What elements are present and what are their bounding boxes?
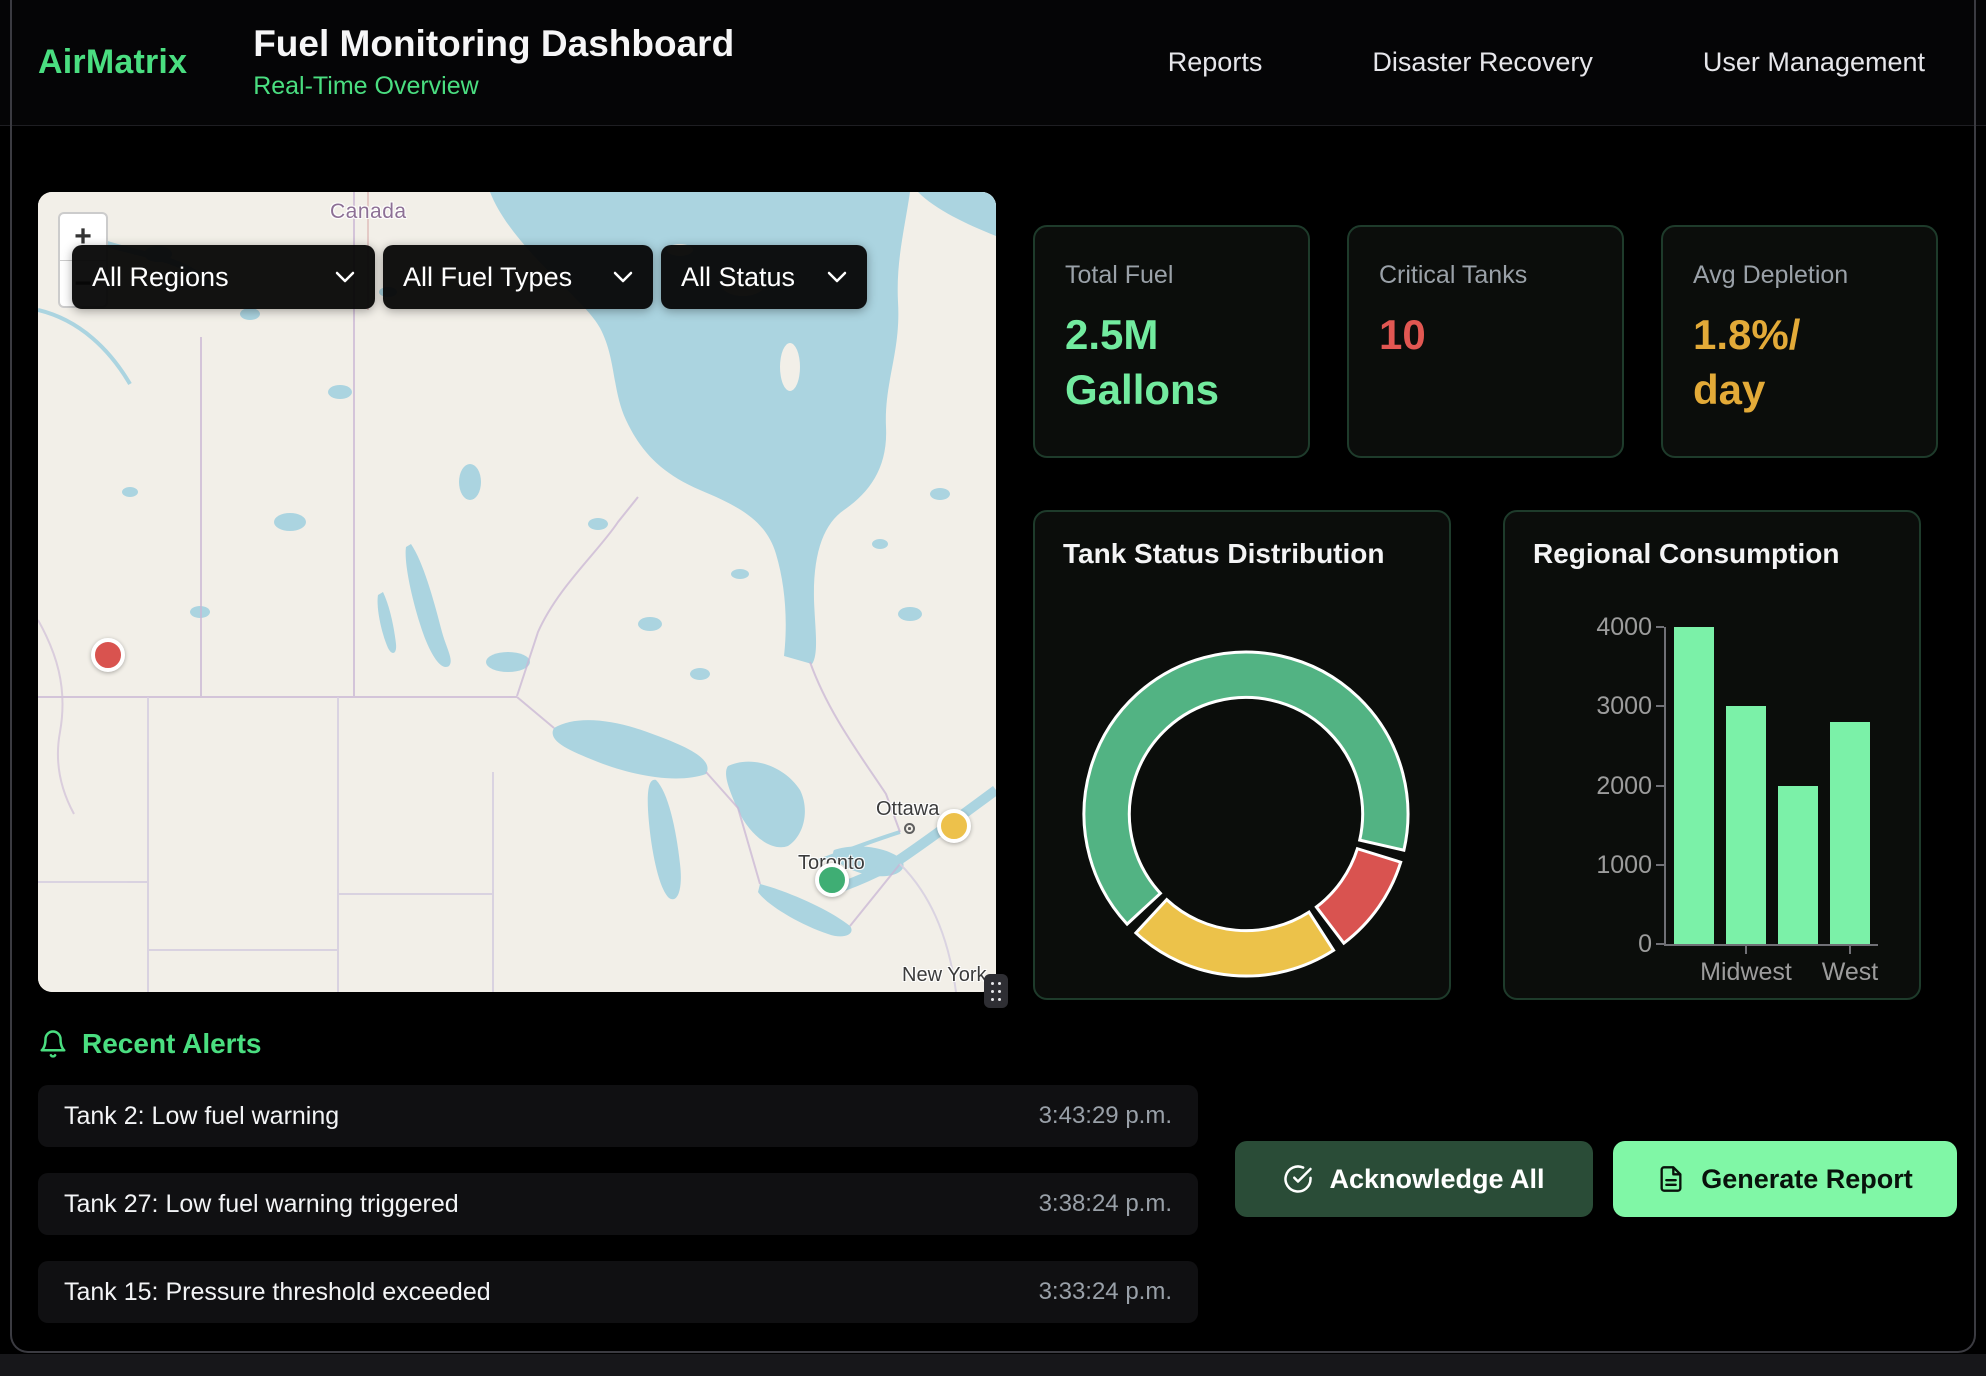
ottawa-town-icon [904,823,915,834]
alert-row: Tank 27: Low fuel warning triggered 3:38… [38,1173,1198,1235]
alert-timestamp: 3:38:24 p.m. [1039,1190,1172,1218]
regional-consumption-bar-chart: 01000200030004000MidwestWest [1505,512,1919,998]
alert-message: Tank 2: Low fuel warning [64,1102,339,1131]
map-label-new-york: New York [902,964,987,987]
acknowledge-all-button[interactable]: Acknowledge All [1235,1141,1593,1217]
x-tick-label: West [1780,958,1920,987]
kpi-value: 2.5MGallons [1065,308,1278,417]
y-tick-mark [1656,943,1664,945]
x-tick-mark [1745,946,1747,954]
tank-marker-critical[interactable] [91,638,125,672]
tank-status-donut-chart [1035,512,1453,1002]
map-label-ottawa: Ottawa [876,798,939,821]
kpi-card-total-fuel: Total Fuel 2.5MGallons [1033,225,1310,458]
chevron-down-icon [613,271,633,283]
y-tick-mark [1656,864,1664,866]
chevron-down-icon [827,271,847,283]
region-filter-select[interactable]: All Regions [72,245,375,309]
alert-timestamp: 3:33:24 p.m. [1039,1278,1172,1306]
brand-logo: AirMatrix [38,43,187,82]
generate-report-label: Generate Report [1701,1164,1913,1195]
kpi-label: Total Fuel [1065,261,1278,290]
window-bottom-strip [0,1354,1986,1376]
kpi-label: Avg Depletion [1693,261,1906,290]
y-tick-mark [1656,705,1664,707]
y-tick-mark [1656,785,1664,787]
y-tick-label: 3000 [1545,692,1652,721]
check-circle-icon [1283,1164,1313,1194]
kpi-value: 10 [1379,308,1592,363]
map-label-canada: Canada [330,200,407,224]
nav-item-user-management[interactable]: User Management [1703,47,1925,78]
page-subtitle: Real-Time Overview [253,72,734,101]
generate-report-button[interactable]: Generate Report [1613,1141,1957,1217]
tank-marker-normal[interactable] [815,863,849,897]
alert-message: Tank 27: Low fuel warning triggered [64,1190,459,1219]
alert-row: Tank 2: Low fuel warning 3:43:29 p.m. [38,1085,1198,1147]
y-tick-label: 4000 [1545,613,1652,642]
alert-message: Tank 15: Pressure threshold exceeded [64,1278,491,1307]
y-tick-label: 0 [1545,930,1652,959]
kpi-card-avg-depletion: Avg Depletion 1.8%/day [1661,225,1938,458]
bell-icon [38,1028,68,1060]
kpi-value: 1.8%/day [1693,308,1906,417]
kpi-card-critical-tanks: Critical Tanks 10 [1347,225,1624,458]
tank-marker-warning[interactable] [937,809,971,843]
app-header: AirMatrix Fuel Monitoring Dashboard Real… [0,0,1986,126]
map-resize-handle[interactable] [984,974,1008,1008]
fuel-type-filter-select[interactable]: All Fuel Types [383,245,653,309]
y-tick-label: 1000 [1545,851,1652,880]
y-axis [1664,627,1666,946]
bar-region-3 [1778,786,1818,945]
status-filter-select[interactable]: All Status [661,245,867,309]
map-canvas[interactable]: Canada Ottawa Toronto New York + − All R… [38,192,996,992]
bar-Midwest [1726,706,1766,944]
region-filter-value: All Regions [92,262,229,293]
main-nav: Reports Disaster Recovery User Managemen… [1168,47,1925,78]
status-filter-value: All Status [681,262,795,293]
chevron-down-icon [335,271,355,283]
regional-consumption-card: Regional Consumption 01000200030004000Mi… [1503,510,1921,1000]
y-tick-mark [1656,626,1664,628]
recent-alerts-heading: Recent Alerts [38,1028,261,1060]
alert-timestamp: 3:43:29 p.m. [1039,1102,1172,1130]
file-text-icon [1657,1165,1685,1193]
title-block: Fuel Monitoring Dashboard Real-Time Over… [253,24,734,101]
kpi-label: Critical Tanks [1379,261,1592,290]
nav-item-disaster-recovery[interactable]: Disaster Recovery [1372,47,1593,78]
bar-region-1 [1674,627,1714,944]
x-axis [1664,944,1878,946]
alert-row: Tank 15: Pressure threshold exceeded 3:3… [38,1261,1198,1323]
fuel-type-filter-value: All Fuel Types [403,262,572,293]
recent-alerts-title: Recent Alerts [82,1028,261,1060]
map-filter-bar: All Regions All Fuel Types All Status [72,245,867,309]
bar-West [1830,722,1870,944]
page-title: Fuel Monitoring Dashboard [253,24,734,65]
tank-status-card: Tank Status Distribution [1033,510,1451,1000]
acknowledge-all-label: Acknowledge All [1329,1164,1544,1195]
nav-item-reports[interactable]: Reports [1168,47,1263,78]
y-tick-label: 2000 [1545,772,1652,801]
x-tick-mark [1849,946,1851,954]
